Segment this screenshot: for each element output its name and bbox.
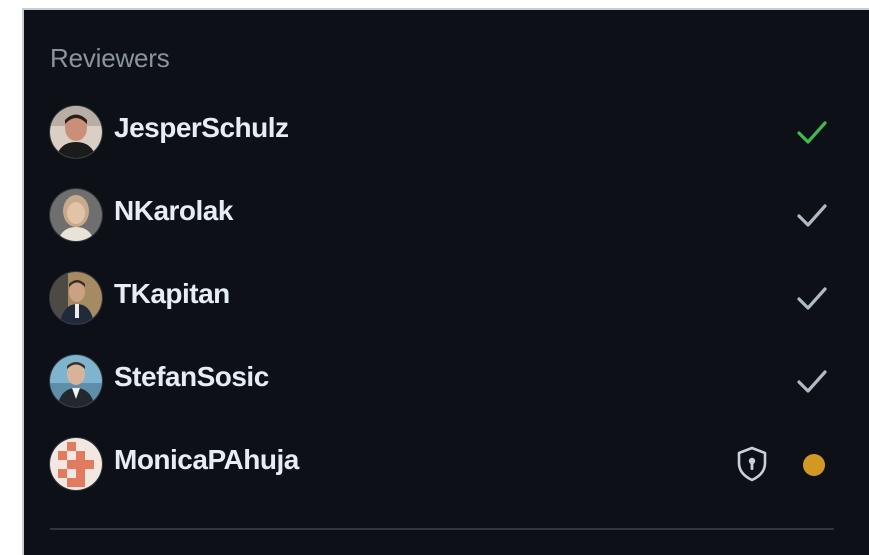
avatar[interactable] [50, 272, 102, 324]
reviewers-panel: Reviewers JesperSchulz NKarolak TKapitan… [24, 10, 869, 555]
avatar-image [50, 272, 102, 324]
reviewer-row: JesperSchulz [24, 98, 869, 168]
avatar-image [50, 438, 102, 490]
reviewer-name[interactable]: StefanSosic [114, 361, 269, 393]
avatar-image [50, 106, 102, 158]
check-icon [797, 370, 827, 393]
reviewer-name[interactable]: JesperSchulz [114, 112, 289, 144]
reviewers-heading[interactable]: Reviewers [50, 43, 170, 74]
reviewer-name[interactable]: NKarolak [114, 195, 233, 227]
check-icon [797, 121, 827, 144]
check-icon [797, 204, 827, 227]
avatar-image [50, 189, 102, 241]
avatar[interactable] [50, 106, 102, 158]
check-icon [797, 287, 827, 310]
reviewer-row: NKarolak [24, 181, 869, 251]
reviewer-row: TKapitan [24, 264, 869, 334]
divider [50, 528, 834, 530]
pending-dot-icon [803, 454, 825, 476]
shield-lock-icon[interactable] [732, 444, 772, 484]
avatar[interactable] [50, 355, 102, 407]
reviewer-name[interactable]: TKapitan [114, 278, 230, 310]
reviewer-row: MonicaPAhuja [24, 430, 869, 500]
reviewer-row: StefanSosic [24, 347, 869, 417]
avatar[interactable] [50, 438, 102, 490]
reviewer-name[interactable]: MonicaPAhuja [114, 444, 299, 476]
avatar-image [50, 355, 102, 407]
avatar[interactable] [50, 189, 102, 241]
